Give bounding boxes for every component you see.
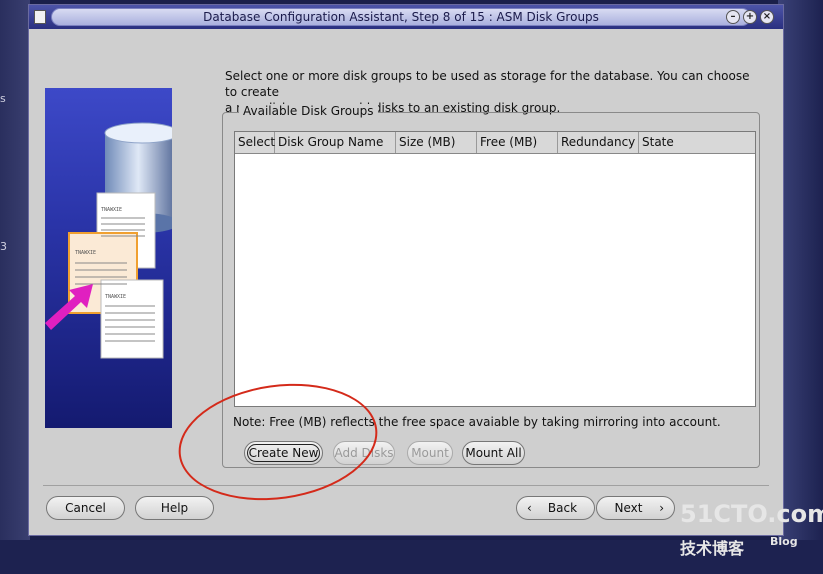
next-label: Next	[614, 501, 643, 515]
watermark-blog: Blog	[770, 535, 798, 548]
cancel-button[interactable]: Cancel	[46, 496, 125, 520]
next-button[interactable]: Next ›	[596, 496, 675, 520]
minimize-icon[interactable]: –	[726, 10, 740, 24]
column-header-state[interactable]: State	[639, 132, 755, 153]
disk-groups-table[interactable]: Select Disk Group Name Size (MB) Free (M…	[234, 131, 756, 407]
title-bar[interactable]: Database Configuration Assistant, Step 8…	[29, 5, 783, 29]
column-header-redundancy[interactable]: Redundancy	[558, 132, 639, 153]
mount-all-button[interactable]: Mount All	[462, 441, 525, 465]
window-menu-icon[interactable]	[34, 10, 46, 24]
footer-separator	[43, 485, 769, 486]
watermark-chinese: 技术博客	[680, 539, 745, 558]
column-header-size[interactable]: Size (MB)	[396, 132, 477, 153]
column-header-select[interactable]: Select	[235, 132, 275, 153]
svg-text:TNAWXIE: TNAWXIE	[75, 250, 96, 256]
window-title: Database Configuration Assistant, Step 8…	[203, 10, 599, 24]
desktop-mark: 3	[0, 240, 7, 253]
document-icon	[100, 279, 164, 359]
back-button[interactable]: ‹ Back	[516, 496, 595, 520]
svg-text:TNAWXIE: TNAWXIE	[101, 207, 122, 213]
column-header-disk-group-name[interactable]: Disk Group Name	[275, 132, 396, 153]
desktop-mark: s	[0, 92, 6, 105]
mount-button[interactable]: Mount	[407, 441, 453, 465]
instruction-line-1: Select one or more disk groups to be use…	[225, 69, 750, 99]
back-label: Back	[547, 501, 578, 515]
desktop-left-strip: s 3	[0, 0, 30, 574]
table-header: Select Disk Group Name Size (MB) Free (M…	[235, 132, 755, 154]
database-illustration: TNAWXIE TNAWXIE TNAWXIE	[45, 88, 172, 428]
svg-text:TNAWXIE: TNAWXIE	[105, 294, 126, 300]
chevron-left-icon: ‹	[527, 501, 532, 515]
disk-groups-legend: Available Disk Groups	[239, 104, 378, 118]
dbca-window: Database Configuration Assistant, Step 8…	[28, 4, 784, 536]
database-illustration-graphic: TNAWXIE TNAWXIE TNAWXIE	[45, 122, 172, 359]
maximize-icon[interactable]: +	[743, 10, 757, 24]
watermark-site: 51CTO.com	[680, 500, 823, 528]
close-icon[interactable]: ×	[760, 10, 774, 24]
help-button[interactable]: Help	[135, 496, 214, 520]
desktop-right-strip	[778, 0, 823, 574]
chevron-right-icon: ›	[659, 501, 664, 515]
column-header-free[interactable]: Free (MB)	[477, 132, 558, 153]
